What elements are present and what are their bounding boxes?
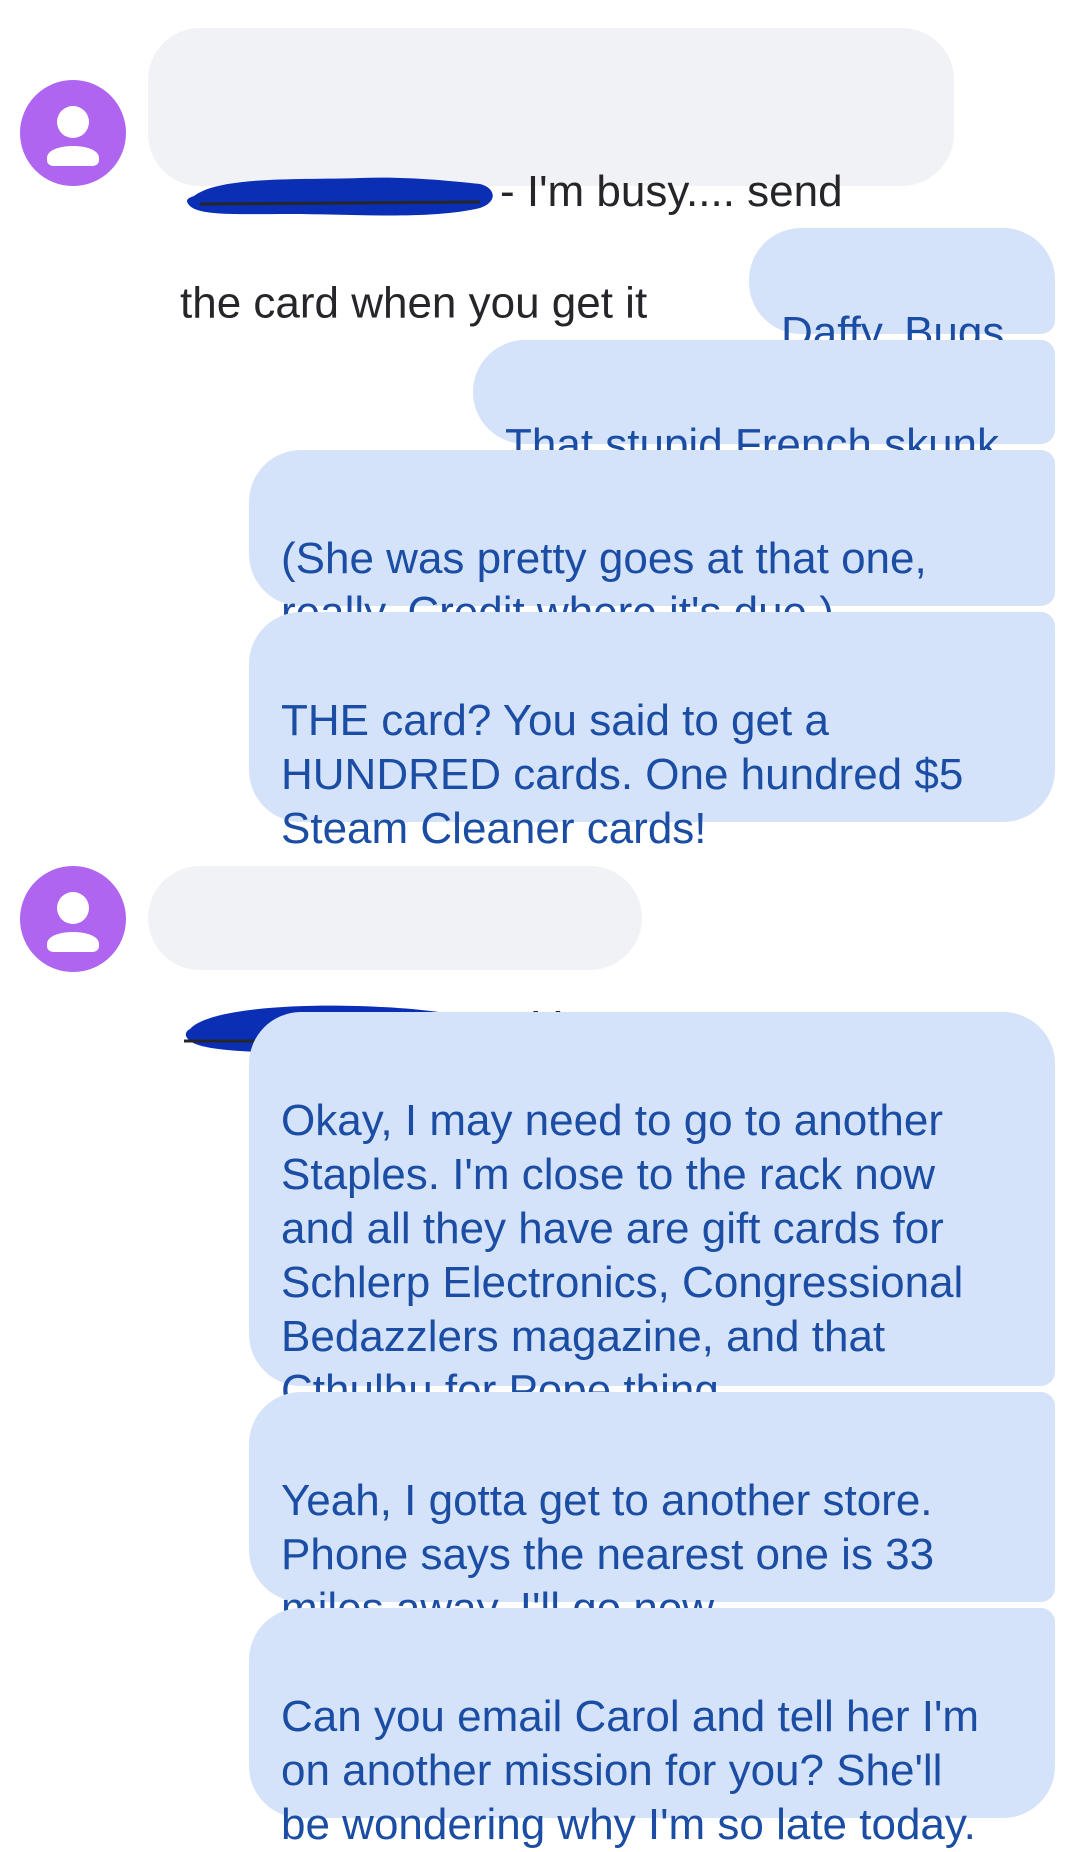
outgoing-message-bubble[interactable]: THE card? You said to get a HUNDRED card… — [249, 612, 1055, 853]
outgoing-message-text: THE card? You said to get a HUNDRED card… — [281, 696, 964, 853]
outgoing-message-bubble[interactable]: Daffy, Bugs. — [749, 228, 1055, 357]
incoming-message-bubble[interactable]: - I'm busy.... send the card when you ge… — [148, 28, 954, 327]
outgoing-message-text: Can you email Carol and tell her I'm on … — [281, 1692, 980, 1849]
redacted-sender-number — [180, 110, 500, 274]
person-icon — [47, 892, 99, 952]
outgoing-message-bubble[interactable]: That stupid French skunk. — [473, 340, 1055, 469]
outgoing-message-bubble[interactable]: Okay, I may need to go to another Staple… — [249, 1012, 1055, 1415]
contact-avatar[interactable] — [20, 80, 126, 186]
person-icon — [47, 106, 99, 166]
outgoing-message-text: Okay, I may need to go to another Staple… — [281, 1096, 964, 1415]
incoming-message-bubble[interactable]: - Yes — [148, 866, 642, 1055]
contact-avatar[interactable] — [20, 866, 126, 972]
outgoing-message-bubble[interactable]: Yeah, I gotta get to another store. Phon… — [249, 1392, 1055, 1633]
outgoing-message-bubble[interactable]: (She was pretty goes at that one, really… — [249, 450, 1055, 637]
outgoing-message-bubble[interactable]: Can you email Carol and tell her I'm on … — [249, 1608, 1055, 1849]
